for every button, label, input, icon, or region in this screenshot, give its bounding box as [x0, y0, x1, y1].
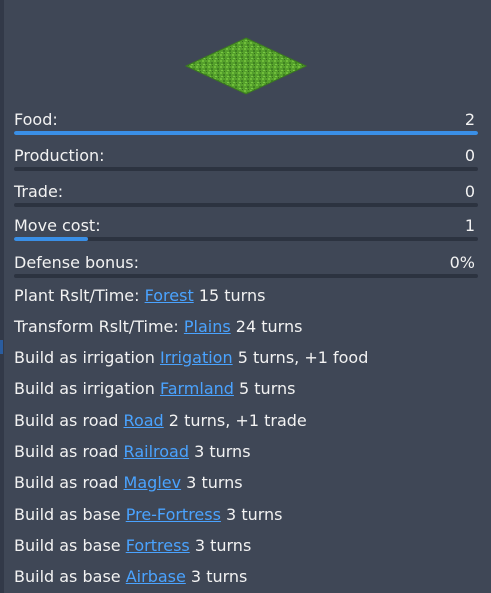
stat-bar-track	[14, 274, 478, 278]
stat-bar-track	[14, 167, 478, 171]
line-suffix: 15 turns	[198, 286, 266, 305]
stat-label: Move cost:	[14, 216, 101, 235]
stat-production: Production: 0	[14, 146, 478, 182]
farmland-link[interactable]: Farmland	[160, 379, 234, 398]
line-suffix: 5 turns, +1 food	[237, 348, 369, 367]
line-suffix: 24 turns	[235, 317, 303, 336]
irrigation-link[interactable]: Irrigation	[160, 348, 233, 367]
stat-trade: Trade: 0	[14, 182, 478, 218]
stat-label: Defense bonus:	[14, 253, 139, 272]
maglev-link[interactable]: Maglev	[124, 473, 182, 492]
line-prefix: Build as irrigation	[14, 348, 155, 367]
build-airbase-line: Build as base Airbase 3 turns	[14, 567, 247, 587]
stat-label: Trade:	[14, 182, 64, 201]
stat-move-cost: Move cost: 1	[14, 216, 478, 252]
line-suffix: 3 turns	[186, 473, 243, 492]
stat-value: 1	[464, 216, 475, 235]
stat-bar-fill	[14, 131, 478, 135]
stat-label: Food:	[14, 110, 58, 129]
stat-value: 2	[464, 110, 475, 129]
road-link[interactable]: Road	[124, 411, 164, 430]
line-suffix: 5 turns	[239, 379, 296, 398]
line-suffix: 3 turns	[226, 505, 283, 524]
airbase-link[interactable]: Airbase	[126, 567, 186, 586]
stat-value: 0%	[449, 253, 475, 272]
build-railroad-line: Build as road Railroad 3 turns	[14, 442, 251, 462]
build-pre-fortress-line: Build as base Pre-Fortress 3 turns	[14, 505, 283, 525]
build-road-line: Build as road Road 2 turns, +1 trade	[14, 411, 307, 431]
forest-link[interactable]: Forest	[145, 286, 194, 305]
line-prefix: Build as road	[14, 442, 119, 461]
line-prefix: Transform Rslt/Time:	[14, 317, 179, 336]
plant-result-line: Plant Rslt/Time: Forest 15 turns	[14, 286, 265, 306]
stat-bar-fill	[14, 237, 89, 241]
stat-value: 0	[464, 182, 475, 201]
stat-defense-bonus: Defense bonus: 0%	[14, 253, 478, 289]
stat-label: Production:	[14, 146, 105, 165]
line-suffix: 3 turns	[190, 567, 248, 586]
line-suffix: 3 turns	[194, 442, 251, 461]
grassland-tile-icon	[184, 36, 308, 96]
plains-link[interactable]: Plains	[184, 317, 231, 336]
line-prefix: Build as road	[14, 473, 119, 492]
stat-value: 0	[464, 146, 475, 165]
left-window-edge	[0, 0, 4, 593]
line-prefix: Build as base	[14, 567, 121, 586]
line-prefix: Plant Rslt/Time:	[14, 286, 140, 305]
stat-food: Food: 2	[14, 110, 478, 146]
stat-bar-track	[14, 203, 478, 207]
transform-result-line: Transform Rslt/Time: Plains 24 turns	[14, 317, 302, 337]
railroad-link[interactable]: Railroad	[124, 442, 189, 461]
build-maglev-line: Build as road Maglev 3 turns	[14, 473, 243, 493]
line-prefix: Build as road	[14, 411, 119, 430]
stat-bar-track	[14, 237, 478, 241]
line-suffix: 2 turns, +1 trade	[168, 411, 307, 430]
line-prefix: Build as base	[14, 505, 121, 524]
fortress-link[interactable]: Fortress	[126, 536, 190, 555]
pre-fortress-link[interactable]: Pre-Fortress	[126, 505, 221, 524]
line-prefix: Build as base	[14, 536, 121, 555]
build-irrigation-line: Build as irrigation Irrigation 5 turns, …	[14, 348, 368, 368]
line-prefix: Build as irrigation	[14, 379, 155, 398]
build-fortress-line: Build as base Fortress 3 turns	[14, 536, 251, 556]
tile-info-panel: Food: 2 Production: 0 Trade: 0 Move cost…	[8, 0, 484, 593]
stat-bar-track	[14, 131, 478, 135]
edge-handle[interactable]	[0, 340, 3, 354]
line-suffix: 3 turns	[194, 536, 252, 555]
build-farmland-line: Build as irrigation Farmland 5 turns	[14, 379, 295, 399]
